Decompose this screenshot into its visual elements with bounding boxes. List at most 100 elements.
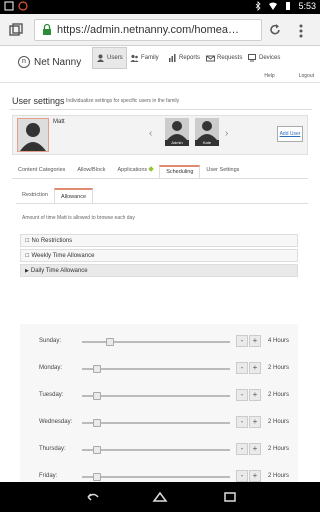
back-icon[interactable] — [84, 490, 100, 504]
address-bar[interactable]: https://admin.netnanny.com/homea… — [34, 19, 262, 41]
clock: 5:53 — [298, 1, 316, 11]
nav-tab-reports[interactable]: Reports — [165, 47, 203, 69]
option-label: Weekly Time Allowance — [31, 253, 95, 259]
top-navigation: n Net Nanny Users Family Reports Request… — [0, 47, 320, 83]
user-selector-panel: Matt ‹ Admin Kate › Add User — [12, 115, 308, 155]
tab-applications[interactable]: Applications — [112, 165, 160, 178]
tab-allow-block[interactable]: Allow/Block — [71, 165, 111, 178]
day-label: Friday: — [39, 473, 58, 479]
hours-value: 2 Hours — [268, 365, 290, 371]
decrease-button[interactable]: - — [236, 470, 248, 482]
nav-tab-family[interactable]: Family — [127, 47, 162, 69]
tab-user-settings[interactable]: User Settings — [200, 165, 245, 178]
day-allowance-row: Sunday: - +4 Hours — [20, 334, 298, 348]
tabs-icon[interactable] — [8, 22, 24, 38]
increase-button[interactable]: + — [249, 389, 261, 401]
home-icon[interactable] — [152, 490, 168, 504]
slider-handle[interactable] — [105, 338, 114, 346]
slider-handle[interactable] — [93, 446, 102, 454]
previous-user-arrow-icon[interactable]: ‹ — [149, 128, 152, 139]
day-allowance-row: Tuesday: - +2 Hours — [20, 388, 298, 402]
user-avatar-admin[interactable]: Admin — [165, 118, 189, 146]
notification-circle-icon — [18, 1, 28, 11]
tab-label: Allowance — [60, 194, 87, 200]
person-silhouette-icon — [197, 121, 217, 140]
overflow-menu-icon[interactable] — [298, 23, 304, 39]
day-label: Tuesday: — [39, 392, 64, 398]
browser-toolbar: https://admin.netnanny.com/homea… — [0, 14, 320, 46]
url-text: https://admin.netnanny.com/homea… — [57, 24, 240, 36]
allowance-slider[interactable] — [82, 446, 230, 454]
option-label: Daily Time Allowance — [30, 268, 88, 274]
slider-handle[interactable] — [93, 473, 102, 481]
reports-icon — [169, 54, 176, 62]
tab-scheduling[interactable]: Scheduling — [159, 165, 201, 178]
new-badge-icon — [148, 166, 155, 172]
person-silhouette-icon — [167, 121, 187, 140]
option-weekly-time-allowance[interactable]: ☐ Weekly Time Allowance — [20, 249, 298, 262]
web-page: n Net Nanny Users Family Reports Request… — [0, 47, 320, 482]
recents-icon[interactable] — [222, 490, 238, 504]
hours-value: 2 Hours — [268, 419, 290, 425]
decrease-button[interactable]: - — [236, 335, 248, 347]
add-user-button[interactable]: Add User — [277, 126, 303, 142]
day-allowance-row: Thursday: - +2 Hours — [20, 442, 298, 456]
nav-tab-requests[interactable]: Requests — [203, 47, 245, 69]
increase-button[interactable]: + — [249, 362, 261, 374]
nav-tab-label: Family — [141, 55, 159, 61]
tab-label: Allow/Block — [77, 167, 106, 173]
current-user-name: Matt — [53, 119, 65, 125]
reload-icon[interactable] — [268, 23, 282, 37]
nav-tab-label: Users — [107, 55, 123, 61]
slider-handle[interactable] — [93, 365, 102, 373]
increase-button[interactable]: + — [249, 416, 261, 428]
next-user-arrow-icon[interactable]: › — [225, 128, 228, 139]
allowance-slider[interactable] — [82, 419, 230, 427]
increase-button[interactable]: + — [249, 470, 261, 482]
android-navigation-bar — [0, 482, 320, 512]
day-label: Wednesday: — [39, 419, 73, 425]
net-nanny-logo[interactable]: n Net Nanny — [18, 56, 81, 68]
tab-label: Applications — [117, 167, 148, 173]
allowance-slider[interactable] — [82, 392, 230, 400]
scheduling-subtabs: Restriction Allowance — [16, 188, 308, 204]
status-bar: 5:53 — [0, 0, 320, 14]
help-link[interactable]: Help — [264, 73, 274, 79]
nav-tab-devices[interactable]: Devices — [245, 47, 283, 69]
option-daily-time-allowance[interactable]: ▶ Daily Time Allowance — [20, 264, 298, 277]
allowance-slider[interactable] — [82, 473, 230, 481]
page-title: User settings — [12, 96, 65, 106]
logout-link[interactable]: Logout — [299, 73, 314, 79]
nav-tab-users[interactable]: Users — [92, 47, 127, 69]
slider-handle[interactable] — [93, 419, 102, 427]
option-no-restrictions[interactable]: ☐ No Restrictions — [20, 234, 298, 247]
battery-icon — [286, 2, 291, 10]
day-label: Sunday: — [39, 338, 62, 344]
tab-label: Content Categories — [18, 167, 66, 173]
allowance-slider[interactable] — [82, 338, 230, 346]
header-links: Help Logout — [264, 73, 314, 79]
decrease-button[interactable]: - — [236, 389, 248, 401]
day-allowance-row: Friday: - +2 Hours — [20, 469, 298, 482]
hours-value: 2 Hours — [268, 446, 290, 452]
daily-allowance-panel: Sunday: - +4 Hours Monday: - +2 Hours Tuesday:… — [20, 324, 298, 482]
current-user-avatar — [17, 118, 49, 152]
divider — [10, 109, 312, 110]
decrease-button[interactable]: - — [236, 443, 248, 455]
notification-square-icon — [4, 1, 14, 11]
person-silhouette-icon — [20, 123, 46, 151]
slider-handle[interactable] — [93, 392, 102, 400]
category-tabs: Content Categories Allow/Block Applicati… — [12, 165, 308, 179]
increase-button[interactable]: + — [249, 335, 261, 347]
allowance-slider[interactable] — [82, 365, 230, 373]
tab-content-categories[interactable]: Content Categories — [12, 165, 71, 178]
user-avatar-kate[interactable]: Kate — [195, 118, 219, 146]
decrease-button[interactable]: - — [236, 416, 248, 428]
expanded-triangle-icon: ▶ — [25, 268, 29, 274]
increase-button[interactable]: + — [249, 443, 261, 455]
day-label: Monday: — [39, 365, 63, 371]
tab-allowance[interactable]: Allowance — [53, 188, 94, 203]
decrease-button[interactable]: - — [236, 362, 248, 374]
users-icon — [97, 54, 104, 62]
tab-restriction[interactable]: Restriction — [16, 188, 54, 203]
